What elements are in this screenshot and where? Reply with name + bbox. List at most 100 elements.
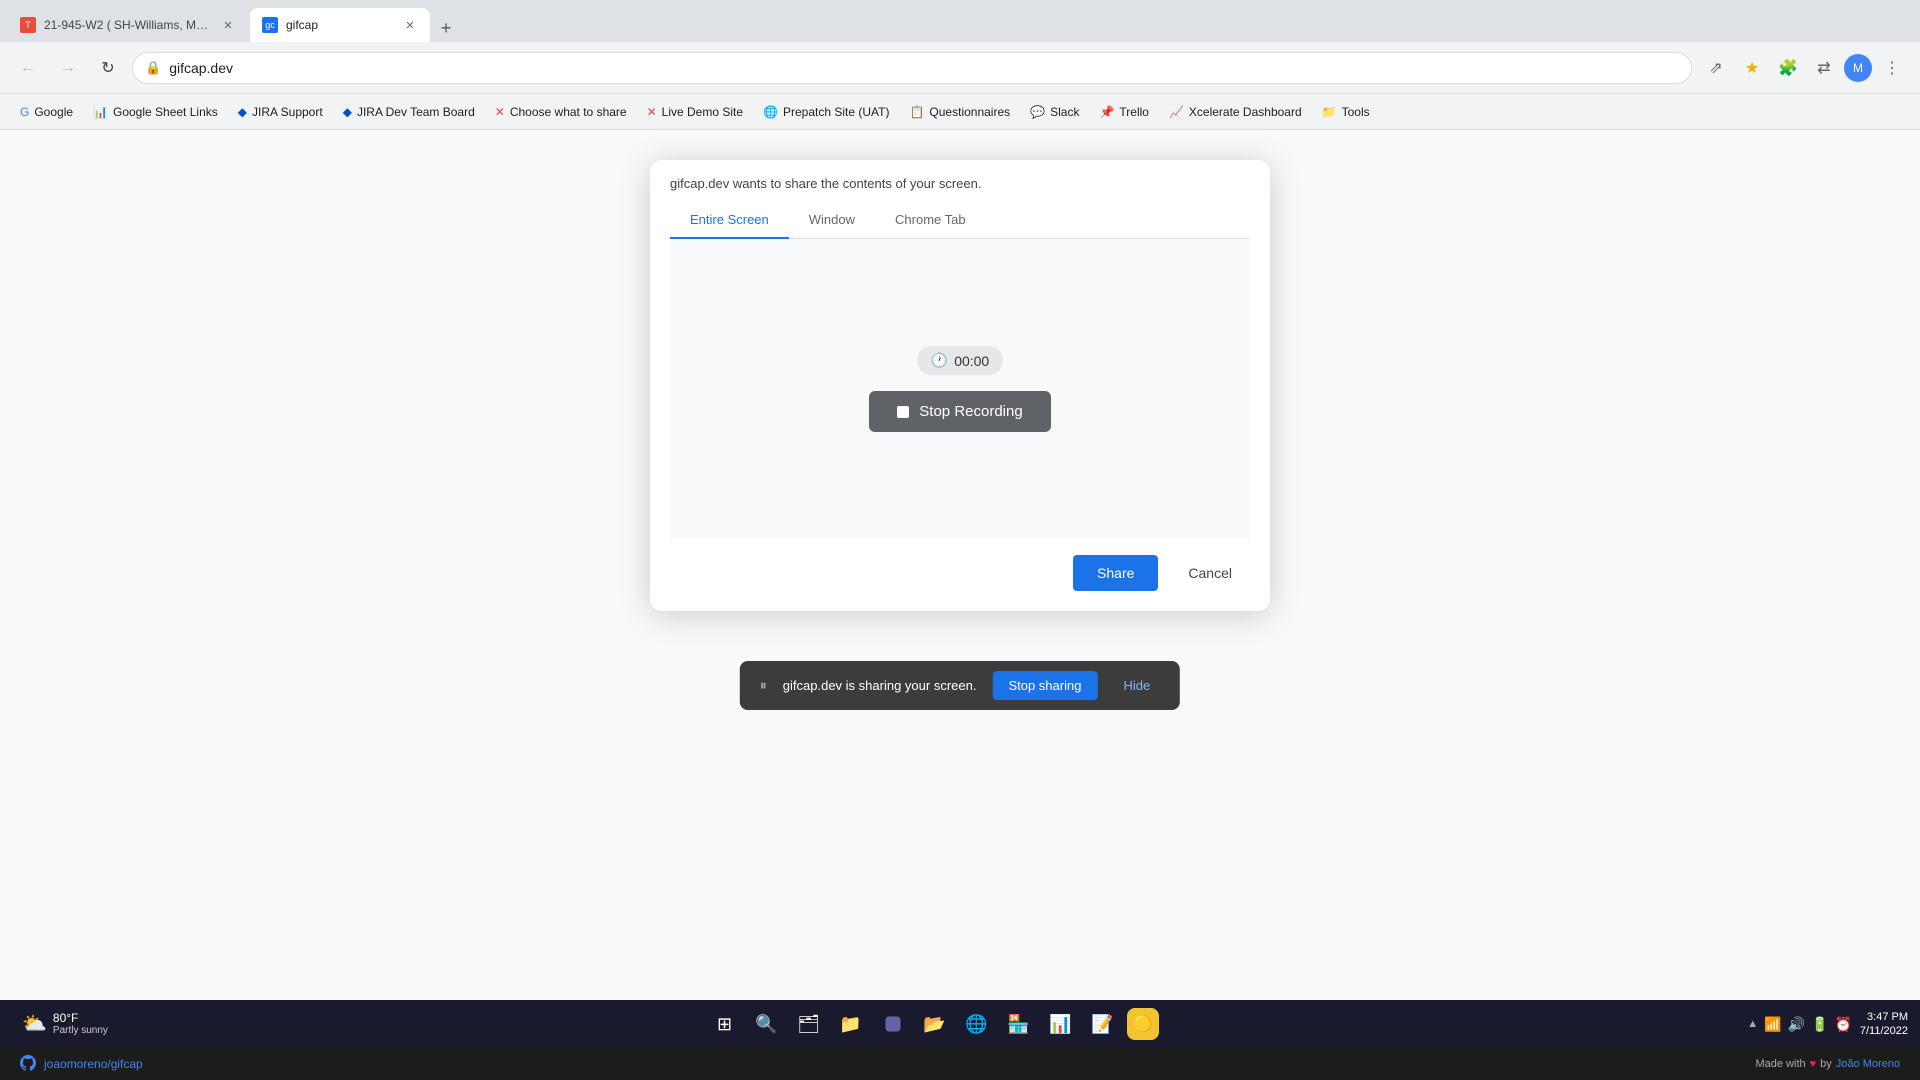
stop-recording-button[interactable]: Stop Recording [869, 391, 1050, 432]
footer-by: by [1820, 1058, 1832, 1070]
taskbar-teams[interactable] [875, 1006, 911, 1042]
taskbar-task-view-button[interactable]: 🗂 [791, 1006, 827, 1042]
tab-window[interactable]: Window [789, 202, 875, 239]
taskbar-start-button[interactable]: ⊞ [707, 1006, 743, 1042]
refresh-button[interactable]: ↻ [92, 52, 124, 84]
profile-avatar[interactable]: M [1844, 54, 1872, 82]
bookmark-tools[interactable]: 📁 Tools [1314, 101, 1378, 123]
share-button[interactable]: Share [1073, 555, 1158, 591]
address-bar[interactable]: 🔒 gifcap.dev [132, 52, 1692, 84]
footer-bar: joaomoreno/gifcap Made with ♥ by João Mo… [0, 1048, 1920, 1080]
url-text: gifcap.dev [169, 60, 1679, 76]
taskbar-center: ⊞ 🔍 🗂 📁 📂 🌐 🏪 📊 📝 🟡 [122, 1006, 1743, 1042]
share-request-message: gifcap.dev wants to share the contents o… [650, 160, 1270, 201]
extensions-button[interactable]: 🧩 [1772, 52, 1804, 84]
menu-button[interactable]: ⋮ [1876, 52, 1908, 84]
bookmark-jira-dev[interactable]: ◆ JIRA Dev Team Board [335, 101, 483, 123]
bookmark-questionnaires-label: Questionnaires [929, 105, 1010, 119]
taskbar-chrome[interactable]: 🌐 [959, 1006, 995, 1042]
tray-chevron[interactable]: ▲ [1747, 1018, 1758, 1030]
author-link[interactable]: João Moreno [1836, 1058, 1900, 1070]
jira-dev-icon: ◆ [343, 105, 352, 119]
timer-badge: 🕐 00:00 [917, 346, 1003, 375]
tab-1-close[interactable]: ✕ [220, 17, 236, 33]
heart-icon: ♥ [1810, 1058, 1817, 1070]
bookmark-xcelerate[interactable]: 📈 Xcelerate Dashboard [1161, 101, 1310, 123]
tab-1-title: 21-945-W2 ( SH-Williams, Mary ) [44, 18, 212, 32]
bookmark-questionnaires[interactable]: 📋 Questionnaires [901, 101, 1018, 123]
taskbar-app-extra[interactable]: 🟡 [1127, 1008, 1159, 1040]
datetime[interactable]: 3:47 PM 7/11/2022 [1860, 1010, 1908, 1039]
weather-widget[interactable]: ⛅ 80°F Partly sunny [12, 1007, 118, 1041]
clock-time: 3:47 PM [1867, 1010, 1908, 1024]
sharing-pause-icon: ⏸ [760, 677, 767, 694]
bookmark-sheets-label: Google Sheet Links [113, 105, 218, 119]
tab-chrome-tab[interactable]: Chrome Tab [875, 202, 986, 239]
live-demo-icon: ✕ [647, 105, 657, 119]
bookmark-button[interactable]: ★ [1736, 52, 1768, 84]
taskbar-folder[interactable]: 📂 [917, 1006, 953, 1042]
bookmark-live-demo[interactable]: ✕ Live Demo Site [639, 101, 751, 123]
tray-network[interactable]: 📶 [1764, 1016, 1781, 1033]
bookmark-prepatch-label: Prepatch Site (UAT) [783, 105, 889, 119]
bookmark-choose-share-label: Choose what to share [510, 105, 627, 119]
taskbar-search-button[interactable]: 🔍 [749, 1006, 785, 1042]
profile-sync-button[interactable]: ⇄ [1808, 52, 1840, 84]
taskbar: ⛅ 80°F Partly sunny ⊞ 🔍 🗂 📁 📂 🌐 🏪 📊 📝 🟡 [0, 1000, 1920, 1048]
bookmark-prepatch[interactable]: 🌐 Prepatch Site (UAT) [755, 101, 897, 123]
weather-icon: ⛅ [22, 1011, 47, 1036]
trello-icon: 📌 [1099, 105, 1114, 119]
xcelerate-icon: 📈 [1169, 105, 1184, 119]
bookmark-slack[interactable]: 💬 Slack [1022, 101, 1087, 123]
github-link[interactable]: joaomoreno/gifcap [20, 1055, 143, 1074]
google-icon: G [20, 105, 29, 119]
share-dialog: gifcap.dev wants to share the contents o… [650, 160, 1270, 611]
stop-sharing-button[interactable]: Stop sharing [992, 671, 1097, 700]
bookmark-google-label: Google [34, 105, 73, 119]
tray-battery[interactable]: 🔋 [1811, 1016, 1828, 1033]
bookmark-sheets[interactable]: 📊 Google Sheet Links [85, 101, 226, 123]
dialog-preview: 🕐 00:00 Stop Recording [670, 239, 1250, 539]
sys-tray: ▲ 📶 🔊 🔋 ⏰ [1747, 1016, 1852, 1033]
tray-time[interactable]: ⏰ [1834, 1016, 1851, 1033]
bookmark-choose-share[interactable]: ✕ Choose what to share [487, 101, 635, 123]
tab-2-favicon: gc [262, 17, 278, 33]
browser-frame: T 21-945-W2 ( SH-Williams, Mary ) ✕ gc g… [0, 0, 1920, 1080]
github-icon [20, 1055, 36, 1074]
back-button[interactable]: ← [12, 52, 44, 84]
taskbar-file-explorer[interactable]: 📁 [833, 1006, 869, 1042]
tab-entire-screen[interactable]: Entire Screen [670, 202, 789, 239]
cancel-button[interactable]: Cancel [1170, 555, 1250, 591]
bookmark-trello[interactable]: 📌 Trello [1091, 101, 1157, 123]
weather-temp: 80°F [53, 1011, 108, 1025]
tab-1[interactable]: T 21-945-W2 ( SH-Williams, Mary ) ✕ [8, 8, 248, 42]
bookmark-slack-label: Slack [1050, 105, 1079, 119]
bookmark-jira-support[interactable]: ◆ JIRA Support [230, 101, 331, 123]
slack-icon: 💬 [1030, 105, 1045, 119]
taskbar-sticky-notes[interactable]: 📝 [1085, 1006, 1121, 1042]
taskbar-store[interactable]: 🏪 [1001, 1006, 1037, 1042]
tab-2-close[interactable]: ✕ [402, 17, 418, 33]
share-page-button[interactable]: ⇗ [1700, 52, 1732, 84]
bookmark-google[interactable]: G Google [12, 101, 81, 123]
jira-support-icon: ◆ [238, 105, 247, 119]
taskbar-excel[interactable]: 📊 [1043, 1006, 1079, 1042]
tab-2[interactable]: gc gifcap ✕ [250, 8, 430, 42]
lock-icon: 🔒 [145, 60, 161, 76]
bookmark-jira-dev-label: JIRA Dev Team Board [357, 105, 475, 119]
bookmark-xcelerate-label: Xcelerate Dashboard [1189, 105, 1302, 119]
choose-share-icon: ✕ [495, 105, 505, 119]
prepatch-icon: 🌐 [763, 105, 778, 119]
hide-button[interactable]: Hide [1113, 671, 1160, 700]
footer-right: Made with ♥ by João Moreno [1755, 1058, 1900, 1070]
bookmarks-bar: G Google 📊 Google Sheet Links ◆ JIRA Sup… [0, 94, 1920, 130]
new-tab-button[interactable]: + [432, 14, 460, 42]
made-with-text: Made with [1755, 1058, 1805, 1070]
weather-desc: Partly sunny [53, 1025, 108, 1037]
nav-bar: ← → ↻ 🔒 gifcap.dev ⇗ ★ 🧩 ⇄ M ⋮ [0, 42, 1920, 94]
weather-info: 80°F Partly sunny [53, 1011, 108, 1037]
tray-volume[interactable]: 🔊 [1788, 1016, 1805, 1033]
forward-button[interactable]: → [52, 52, 84, 84]
sheets-icon: 📊 [93, 105, 108, 119]
questionnaires-icon: 📋 [909, 105, 924, 119]
